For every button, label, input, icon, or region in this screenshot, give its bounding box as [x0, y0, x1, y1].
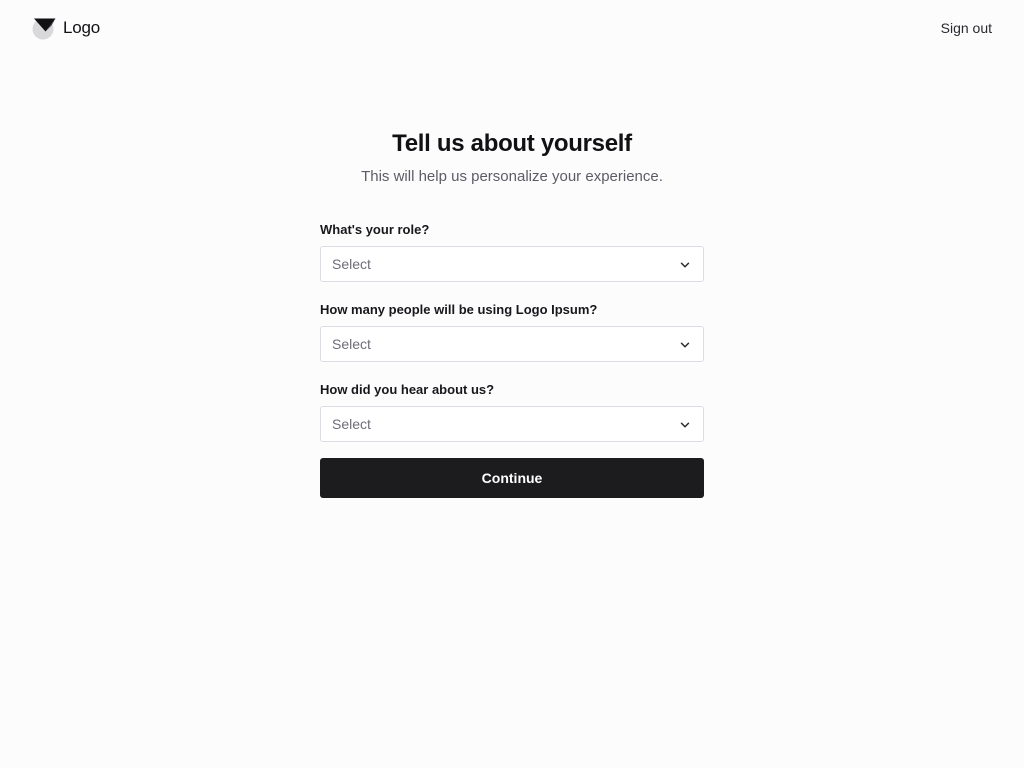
referral-select[interactable]: Select	[320, 406, 704, 442]
continue-button[interactable]: Continue	[320, 458, 704, 498]
chevron-down-icon	[680, 262, 690, 268]
onboarding-panel: Tell us about yourself This will help us…	[320, 128, 704, 498]
role-select[interactable]: Select	[320, 246, 704, 282]
role-field: What's your role? Select	[320, 222, 704, 282]
team-size-select[interactable]: Select	[320, 326, 704, 362]
page-subtitle: This will help us personalize your exper…	[361, 168, 663, 185]
role-label: What's your role?	[320, 222, 430, 237]
sign-out-link[interactable]: Sign out	[941, 18, 992, 38]
referral-label: How did you hear about us?	[320, 382, 495, 397]
referral-field: How did you hear about us? Select	[320, 382, 704, 442]
brand-logo[interactable]: Logo	[32, 16, 100, 40]
chevron-down-icon	[680, 342, 690, 348]
chevron-down-icon	[680, 422, 690, 428]
referral-select-value: Select	[332, 416, 371, 432]
top-bar: Logo Sign out	[0, 0, 1024, 56]
role-select-value: Select	[332, 256, 371, 272]
team-size-select-value: Select	[332, 336, 371, 352]
page-title: Tell us about yourself	[392, 130, 632, 157]
onboarding-form: What's your role? Select How many people…	[320, 222, 704, 498]
brand-name: Logo	[63, 18, 101, 37]
logo-mark-icon	[32, 18, 56, 40]
team-size-field: How many people will be using Logo Ipsum…	[320, 302, 704, 362]
team-size-label: How many people will be using Logo Ipsum…	[320, 302, 598, 317]
